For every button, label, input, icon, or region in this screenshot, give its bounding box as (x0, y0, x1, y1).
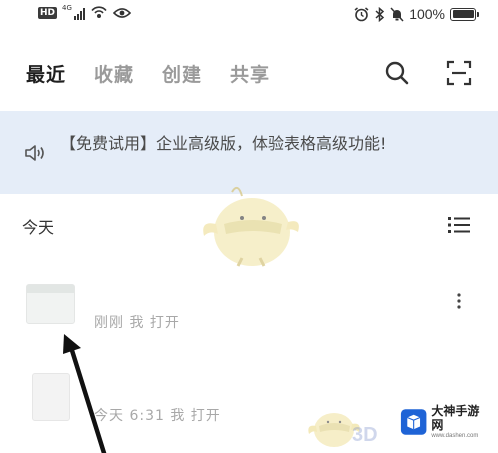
list-view-icon[interactable] (448, 216, 470, 234)
file-meta: 刚刚 我 打开 (94, 315, 180, 331)
speaker-icon (25, 145, 44, 161)
promo-banner-text: 【免费试用】企业高级版，体验表格高级功能! (60, 134, 387, 153)
search-icon[interactable] (384, 60, 410, 86)
wifi-hotspot-icon (91, 6, 107, 18)
watermark-3d-text: 3D (352, 424, 378, 446)
tab-created[interactable]: 创建 (162, 60, 202, 87)
section-title-today: 今天 (22, 218, 55, 237)
status-right: 100% (354, 6, 479, 22)
site-name: 大神手游网 (431, 404, 480, 432)
alarm-icon (354, 6, 369, 21)
status-left: HD 4G (38, 4, 131, 20)
network-type: 4G (62, 4, 72, 12)
site-logo-icon (400, 409, 427, 435)
battery-icon (450, 7, 479, 21)
more-vertical-icon[interactable] (456, 292, 462, 310)
status-bar: HD 4G 100% (0, 0, 498, 34)
tab-bar: 最近 收藏 创建 共享 (26, 60, 270, 87)
site-watermark-badge: 大神手游网 www.dashen.com (396, 402, 486, 442)
signal-icon (73, 7, 85, 20)
site-info: 大神手游网 www.dashen.com (431, 404, 486, 440)
pointer-arrow (63, 334, 107, 453)
site-url: www.dashen.com (431, 433, 479, 439)
scan-icon[interactable] (446, 60, 472, 86)
tab-favorites[interactable]: 收藏 (94, 60, 134, 87)
mascot-watermark (203, 186, 299, 267)
battery-level (452, 10, 474, 18)
tab-recent[interactable]: 最近 (26, 60, 66, 87)
mute-icon (390, 6, 404, 22)
battery-percent: 100% (409, 6, 445, 22)
bluetooth-icon (375, 6, 385, 22)
sheet-thumbnail (26, 284, 75, 324)
eye-icon (112, 8, 131, 18)
hd-icon: HD (38, 7, 58, 19)
tab-shared[interactable]: 共享 (230, 60, 270, 87)
